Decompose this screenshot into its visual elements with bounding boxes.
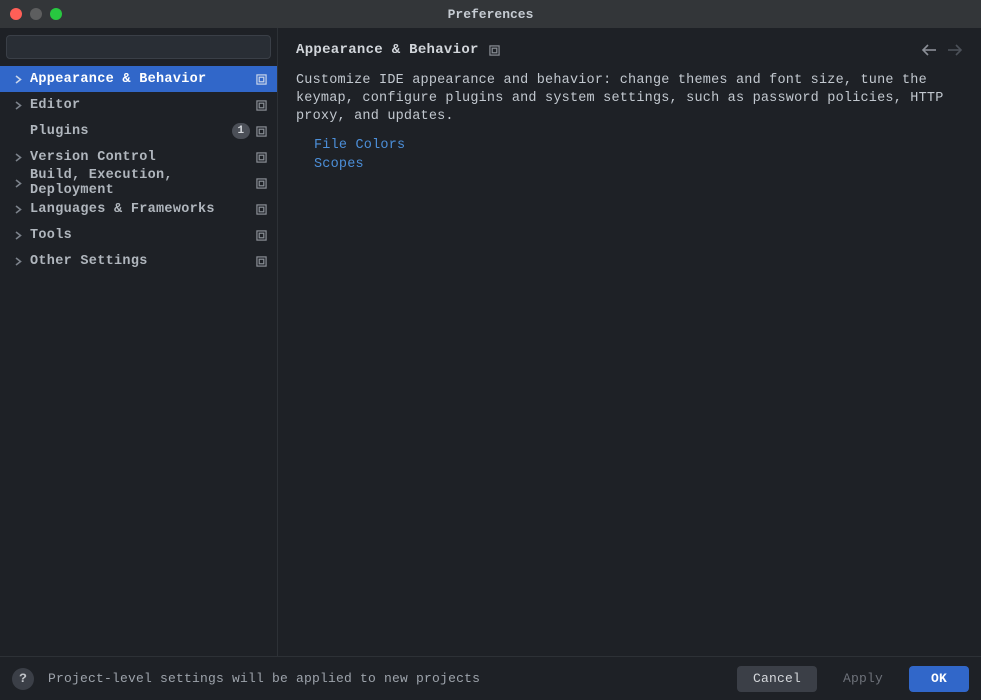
content-panel: Appearance & Behavior	[278, 28, 981, 656]
content-title: Appearance & Behavior	[296, 42, 479, 58]
window-maximize-button[interactable]	[50, 8, 62, 20]
tree-item-label: Build, Execution, Deployment	[30, 168, 256, 198]
footer: ? Project-level settings will be applied…	[0, 656, 981, 700]
tree-item[interactable]: Other Settings	[0, 248, 277, 274]
content-description: Customize IDE appearance and behavior: c…	[296, 72, 963, 126]
content-links: File Colors Scopes	[296, 138, 963, 172]
tree-item-label: Appearance & Behavior	[30, 72, 256, 87]
tree-item[interactable]: Plugins1	[0, 118, 277, 144]
footer-message: Project-level settings will be applied t…	[48, 671, 480, 686]
window-minimize-button[interactable]	[30, 8, 42, 20]
settings-link[interactable]: Scopes	[314, 157, 963, 172]
tree-item[interactable]: Languages & Frameworks	[0, 196, 277, 222]
project-level-icon	[256, 74, 267, 85]
window-title: Preferences	[448, 7, 534, 22]
settings-tree: Appearance & Behavior Editor Plugins1 Ve…	[0, 66, 277, 656]
window-controls	[0, 8, 62, 20]
cancel-button[interactable]: Cancel	[737, 666, 817, 692]
titlebar: Preferences	[0, 0, 981, 28]
project-level-icon	[256, 100, 267, 111]
sidebar: Appearance & Behavior Editor Plugins1 Ve…	[0, 28, 278, 656]
tree-item[interactable]: Appearance & Behavior	[0, 66, 277, 92]
tree-item-label: Other Settings	[30, 254, 256, 269]
chevron-right-icon	[12, 101, 24, 110]
project-level-icon	[256, 204, 267, 215]
tree-item[interactable]: Editor	[0, 92, 277, 118]
count-badge: 1	[232, 123, 250, 139]
apply-button[interactable]: Apply	[827, 666, 899, 692]
tree-item[interactable]: Version Control	[0, 144, 277, 170]
project-level-icon	[256, 178, 267, 189]
tree-item-label: Version Control	[30, 150, 256, 165]
settings-link[interactable]: File Colors	[314, 138, 963, 153]
tree-item[interactable]: Build, Execution, Deployment	[0, 170, 277, 196]
tree-item[interactable]: Tools	[0, 222, 277, 248]
project-level-icon	[256, 152, 267, 163]
project-level-icon	[256, 230, 267, 241]
tree-item-label: Languages & Frameworks	[30, 202, 256, 217]
window-close-button[interactable]	[10, 8, 22, 20]
tree-item-label: Plugins	[30, 124, 232, 139]
ok-button[interactable]: OK	[909, 666, 969, 692]
chevron-right-icon	[12, 205, 24, 214]
project-level-icon	[256, 256, 267, 267]
project-level-icon	[256, 126, 267, 137]
project-level-icon	[489, 45, 500, 56]
nav-forward-button	[947, 44, 963, 56]
tree-item-label: Editor	[30, 98, 256, 113]
chevron-right-icon	[12, 153, 24, 162]
help-button[interactable]: ?	[12, 668, 34, 690]
chevron-right-icon	[12, 231, 24, 240]
tree-item-label: Tools	[30, 228, 256, 243]
chevron-right-icon	[12, 257, 24, 266]
search-input[interactable]	[6, 35, 271, 59]
nav-back-button[interactable]	[921, 44, 937, 56]
chevron-right-icon	[12, 75, 24, 84]
chevron-right-icon	[12, 179, 24, 188]
